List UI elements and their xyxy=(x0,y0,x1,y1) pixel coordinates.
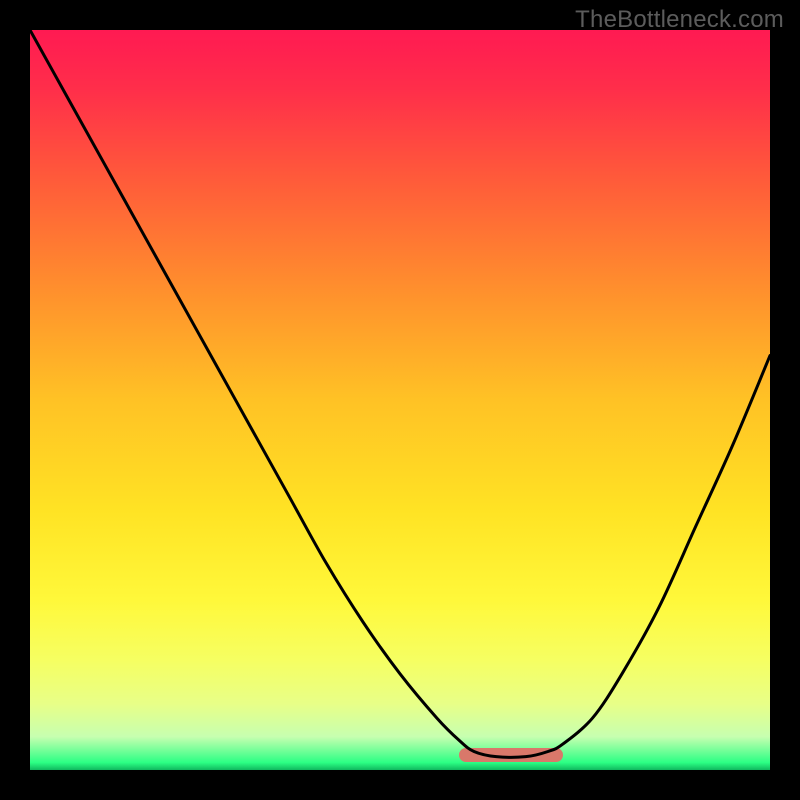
watermark-text: TheBottleneck.com xyxy=(575,6,784,34)
bottleneck-curve xyxy=(30,30,770,770)
plot-area xyxy=(30,30,770,770)
chart-frame: TheBottleneck.com xyxy=(0,0,800,800)
